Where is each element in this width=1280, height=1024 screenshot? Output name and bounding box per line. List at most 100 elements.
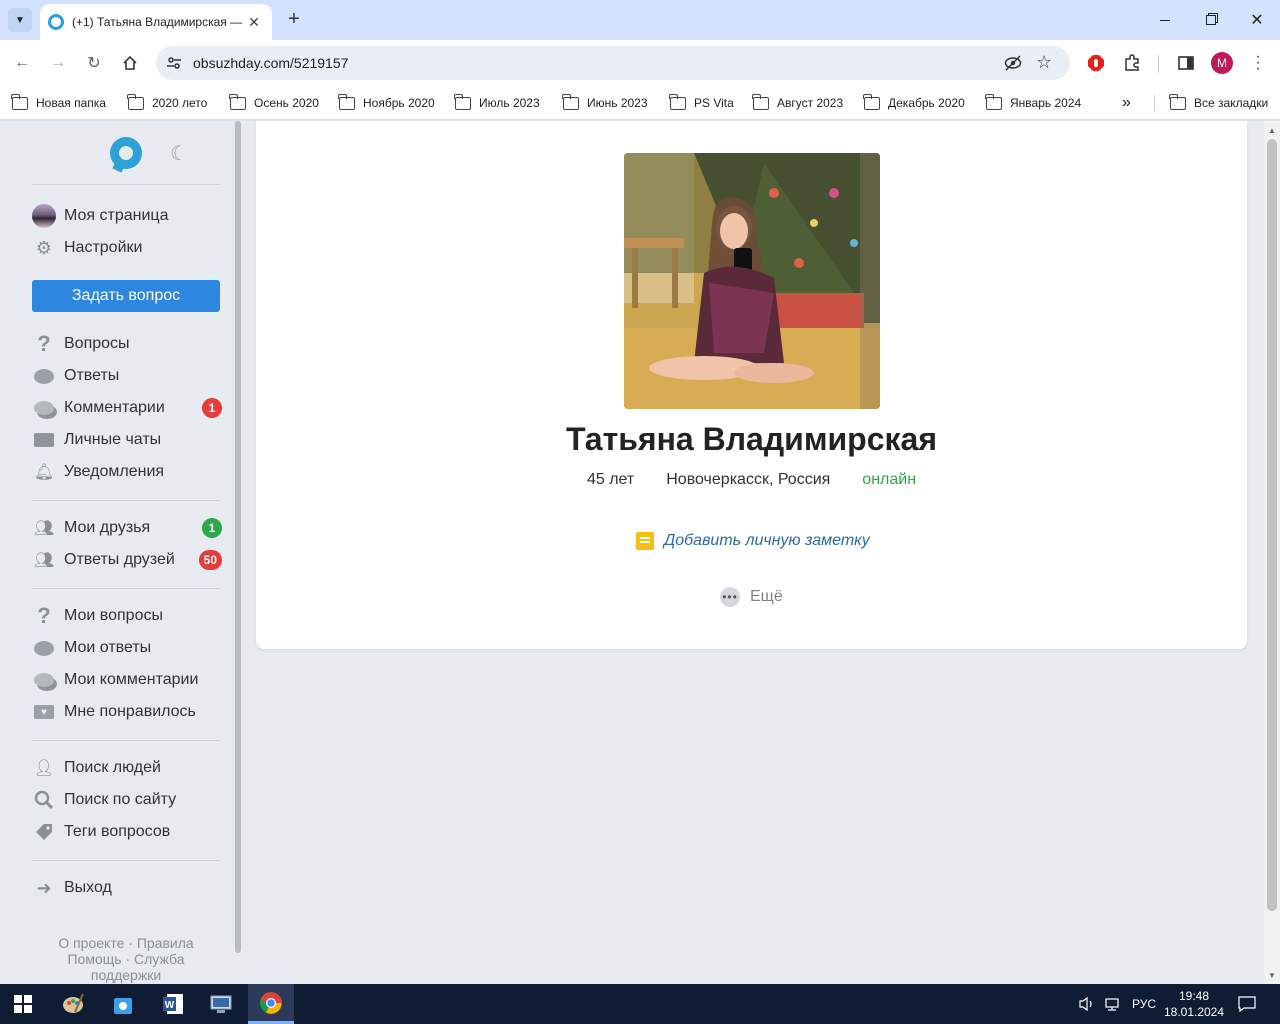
notification-center-button[interactable] (1238, 984, 1256, 1024)
stop-sign-icon (1088, 55, 1104, 71)
folder-icon (11, 93, 28, 110)
sidebar-item-settings[interactable]: ⚙ Настройки (32, 234, 222, 262)
sidebar-item-chats[interactable]: Личные чаты (32, 426, 222, 454)
bookmark-star-icon[interactable]: ☆ (1036, 52, 1052, 73)
bookmark-folder[interactable]: Июль 2023 (454, 93, 540, 113)
sidebar-item-questions[interactable]: ? Вопросы (32, 330, 222, 358)
sidebar-item-label: Поиск людей (64, 759, 161, 776)
tab-search-button[interactable]: ▼ (8, 8, 32, 32)
question-mark-icon: ? (37, 331, 51, 356)
network-icon[interactable] (1104, 984, 1122, 1024)
bookmark-folder[interactable]: Ноябрь 2020 (338, 93, 435, 113)
minimize-icon (1160, 19, 1170, 21)
avatar (32, 204, 56, 228)
bookmark-folder[interactable]: PS Vita (669, 93, 734, 113)
sidebar-item-liked[interactable]: ♥ Мне понравилось (32, 698, 222, 726)
start-button[interactable] (0, 984, 46, 1024)
bookmark-folder[interactable]: Июнь 2023 (562, 93, 648, 113)
minimize-button[interactable] (1142, 0, 1188, 40)
profile-age: 45 лет (586, 471, 635, 488)
language-indicator[interactable]: РУС (1132, 984, 1156, 1024)
sidebar-item-site-search[interactable]: Поиск по сайту (32, 786, 222, 814)
person-search-icon: 👤︎ (33, 760, 55, 777)
eye-off-icon[interactable] (1004, 55, 1022, 71)
ask-question-button[interactable]: Задать вопрос (32, 280, 220, 312)
taskbar-app-store[interactable] (100, 984, 146, 1024)
sidebar-item-comments[interactable]: Комментарии 1 (32, 394, 222, 422)
home-button[interactable] (118, 51, 142, 75)
scrollbar-thumb[interactable] (1267, 139, 1277, 911)
close-tab-icon[interactable]: ✕ (244, 14, 264, 31)
sidebar-item-notifications[interactable]: 🔔︎ Уведомления (32, 458, 222, 486)
bookmark-folder[interactable]: 2020 лето (127, 93, 207, 113)
chevron-double-right-icon: » (1122, 94, 1131, 111)
sidebar-item-label: Моя страница (64, 207, 169, 224)
folder-icon (562, 93, 579, 110)
all-bookmarks-button[interactable]: Все закладки (1169, 93, 1268, 113)
sidebar-divider (32, 500, 220, 501)
extensions-button[interactable] (1120, 51, 1144, 75)
sidebar-item-label: Мои комментарии (64, 671, 199, 688)
restore-button[interactable] (1188, 0, 1234, 40)
sidebar-item-people-search[interactable]: 👤︎ Поиск людей (32, 754, 222, 782)
taskbar-app-paint[interactable] (50, 984, 96, 1024)
page-viewport: ☾ Моя страница ⚙ Настройки Задать вопрос… (0, 121, 1264, 984)
rules-link[interactable]: Правила (137, 935, 194, 951)
windows-logo-icon (14, 995, 32, 1013)
toolbar-separator (1158, 55, 1159, 73)
profile-button[interactable]: M (1210, 51, 1234, 75)
site-logo-icon[interactable] (110, 137, 142, 169)
bookmark-folder[interactable]: Новая папка (11, 93, 106, 113)
site-info-icon[interactable] (166, 55, 182, 71)
about-link[interactable]: О проекте (58, 935, 124, 951)
active-tab[interactable]: (+1) Татьяна Владимирская — ✕ (40, 4, 272, 40)
profile-meta: 45 лет Новочеркасск, Россия онлайн (256, 471, 1247, 489)
page-scrollbar[interactable]: ▲ ▼ (1264, 121, 1280, 984)
sidebar-item-logout[interactable]: ➜ Выход (32, 874, 222, 902)
folder-icon (454, 93, 471, 110)
help-link[interactable]: Помощь (68, 951, 122, 967)
system-clock[interactable]: 19:48 18.01.2024 (1160, 988, 1228, 1020)
sidebar-item-friends-answers[interactable]: 👥︎ Ответы друзей 50 (32, 546, 222, 574)
sidebar-item-label: Теги вопросов (64, 823, 171, 840)
browser-menu-button[interactable]: · · · (1246, 49, 1270, 77)
forward-button[interactable]: → (46, 51, 70, 75)
bookmark-folder[interactable]: Осень 2020 (229, 93, 319, 113)
side-panel-button[interactable] (1174, 51, 1198, 75)
profile-name: Татьяна Владимирская (566, 421, 937, 457)
profile-photo[interactable] (624, 153, 880, 409)
sidebar-item-my-answers[interactable]: Мои ответы (32, 634, 222, 662)
bookmark-label: Июль 2023 (479, 96, 540, 110)
bookmark-folder[interactable]: Август 2023 (752, 93, 843, 113)
folder-icon (1169, 93, 1186, 110)
extension-adblock-button[interactable] (1084, 51, 1108, 75)
sidebar-item-answers[interactable]: Ответы (32, 362, 222, 390)
taskbar-app-word[interactable]: W (150, 984, 196, 1024)
sidebar-item-my-questions[interactable]: ? Мои вопросы (32, 602, 222, 630)
back-button[interactable]: ← (10, 51, 34, 75)
volume-icon[interactable] (1078, 984, 1096, 1024)
taskbar-app-chrome[interactable] (248, 984, 294, 1024)
more-button[interactable]: ••• Ещё (720, 585, 783, 609)
sidebar-item-my-comments[interactable]: Мои комментарии (32, 666, 222, 694)
sidebar-item-my-page[interactable]: Моя страница (32, 202, 222, 230)
scroll-up-arrow-icon[interactable]: ▲ (1264, 123, 1280, 139)
bookmark-folder[interactable]: Декабрь 2020 (863, 93, 965, 113)
taskbar-app-remote[interactable] (198, 984, 244, 1024)
sidebar-scrollbar[interactable] (235, 121, 241, 953)
scroll-down-arrow-icon[interactable]: ▼ (1264, 968, 1280, 984)
reload-button[interactable]: ↻ (82, 51, 106, 75)
avatar: M (1211, 52, 1233, 74)
more-bookmarks-button[interactable]: » (1122, 93, 1131, 113)
chrome-icon (260, 991, 282, 1014)
bookmark-label: Ноябрь 2020 (363, 96, 435, 110)
moon-icon[interactable]: ☾ (170, 141, 188, 166)
bookmark-folder[interactable]: Январь 2024 (985, 93, 1081, 113)
speech-bubble-icon (32, 636, 56, 660)
close-window-button[interactable]: ✕ (1234, 0, 1280, 40)
new-tab-button[interactable]: + (282, 8, 306, 32)
sidebar-item-friends[interactable]: 👥︎ Мои друзья 1 (32, 514, 222, 542)
add-note-link[interactable]: Добавить личную заметку (636, 529, 870, 553)
sidebar-item-tags[interactable]: Теги вопросов (32, 818, 222, 846)
address-bar[interactable]: obsuzhday.com/5219157 ☆ (156, 46, 1070, 80)
